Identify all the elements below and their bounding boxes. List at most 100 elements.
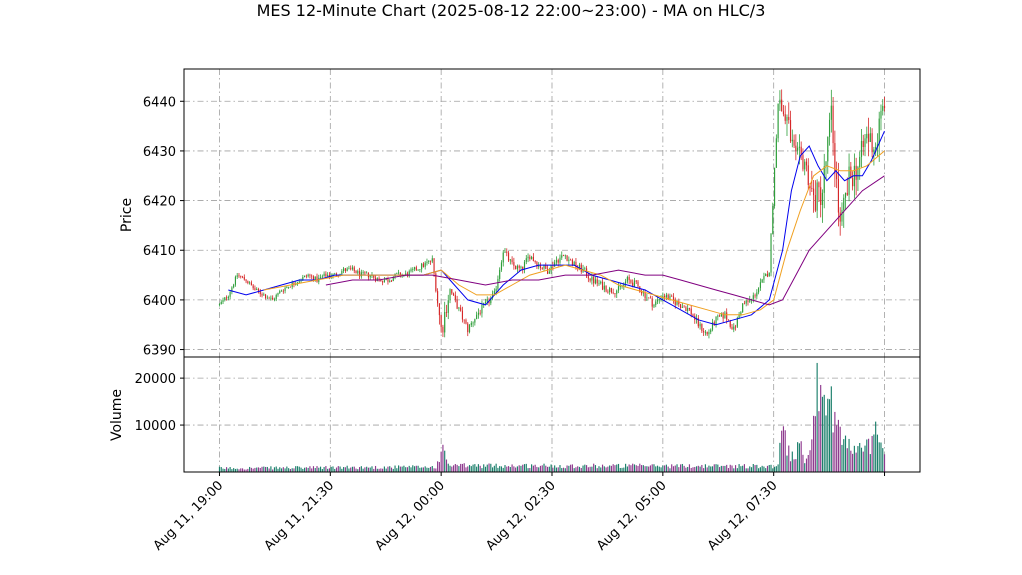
candle-body bbox=[382, 281, 384, 283]
candle-body bbox=[719, 315, 721, 317]
volume-bar bbox=[284, 468, 286, 472]
candle-body bbox=[747, 300, 749, 302]
candle-body bbox=[839, 212, 841, 222]
candle-body bbox=[516, 265, 518, 270]
candle-body bbox=[765, 273, 767, 277]
volume-bar bbox=[527, 468, 529, 472]
candle-body bbox=[609, 288, 611, 292]
volume-bar bbox=[222, 468, 224, 472]
volume-bar bbox=[685, 467, 687, 472]
candle-body bbox=[282, 290, 284, 292]
volume-bar bbox=[644, 466, 646, 472]
candle-body bbox=[873, 149, 875, 153]
candle-body bbox=[788, 116, 790, 121]
volume-bar bbox=[385, 468, 387, 472]
candle-body bbox=[580, 264, 582, 272]
volume-bar bbox=[773, 466, 776, 472]
candle-body bbox=[617, 286, 620, 291]
volume-bar bbox=[523, 464, 526, 472]
volume-bar bbox=[763, 466, 765, 472]
volume-bar bbox=[589, 466, 591, 472]
volume-bar bbox=[598, 466, 600, 472]
volume-bar bbox=[823, 394, 825, 472]
price-tick-label: 6390 bbox=[143, 344, 176, 359]
candle-body bbox=[805, 161, 808, 166]
volume-bar bbox=[662, 465, 664, 472]
candle-body bbox=[841, 210, 843, 222]
candle-body bbox=[433, 258, 435, 274]
candle-body bbox=[616, 290, 618, 294]
candle-body bbox=[316, 276, 318, 282]
volume-bar bbox=[405, 467, 407, 472]
volume-bar bbox=[754, 465, 756, 472]
candle-body bbox=[589, 278, 591, 281]
volume-bar bbox=[603, 466, 605, 472]
volume-bar bbox=[227, 468, 229, 472]
volume-bar bbox=[871, 435, 873, 472]
candle-body bbox=[454, 295, 456, 300]
candle-body bbox=[351, 267, 354, 270]
volume-bar bbox=[775, 466, 777, 472]
candle-body bbox=[499, 269, 501, 279]
volume-bar bbox=[495, 463, 497, 472]
volume-bar bbox=[731, 465, 733, 472]
candle-body bbox=[683, 306, 685, 308]
candle-body bbox=[525, 258, 527, 262]
volume-bar bbox=[348, 468, 350, 472]
candle-body bbox=[461, 310, 464, 320]
candle-body bbox=[859, 157, 861, 167]
candle-body bbox=[373, 275, 375, 278]
volume-bar bbox=[821, 396, 824, 472]
volume-bar bbox=[330, 466, 332, 472]
volume-bar bbox=[263, 466, 265, 472]
volume-bar bbox=[403, 465, 405, 472]
volume-bar bbox=[488, 463, 490, 472]
volume-bar bbox=[506, 466, 508, 472]
candle-body bbox=[531, 256, 533, 260]
candle-body bbox=[243, 277, 245, 280]
candle-body bbox=[598, 283, 600, 285]
volume-bar bbox=[832, 432, 834, 472]
volume-bar bbox=[252, 468, 254, 472]
volume-bar bbox=[518, 465, 520, 472]
candle-body bbox=[630, 280, 632, 283]
volume-bar bbox=[447, 463, 449, 472]
volume-bar bbox=[367, 467, 370, 472]
candle-body bbox=[600, 281, 602, 284]
candle-body bbox=[543, 265, 545, 269]
candle-body bbox=[288, 286, 290, 288]
candle-body bbox=[749, 299, 751, 302]
volume-bar bbox=[259, 467, 261, 472]
candle-body bbox=[472, 322, 474, 324]
candle-body bbox=[534, 260, 536, 263]
candle-body bbox=[474, 319, 476, 323]
candle-body bbox=[548, 271, 550, 274]
volume-bar bbox=[642, 465, 644, 472]
volume-bar bbox=[307, 467, 309, 472]
volume-bar bbox=[692, 467, 694, 472]
candle-body bbox=[681, 306, 683, 308]
volume-bar bbox=[305, 467, 307, 472]
candle-body bbox=[225, 297, 228, 299]
candle-body bbox=[366, 272, 368, 274]
volume-bar bbox=[445, 459, 448, 472]
candle-body bbox=[846, 192, 848, 195]
volume-bar bbox=[410, 467, 412, 472]
candle-body bbox=[658, 299, 660, 300]
volume-bar bbox=[557, 467, 559, 472]
volume-bar bbox=[734, 465, 737, 472]
candle-body bbox=[412, 269, 414, 270]
candle-body bbox=[522, 266, 524, 270]
volume-bar bbox=[802, 454, 804, 472]
volume-bar bbox=[346, 465, 348, 472]
volume-bar bbox=[479, 465, 481, 472]
volume-bar bbox=[461, 463, 464, 472]
volume-bar bbox=[837, 419, 839, 472]
price-tick-label: 6410 bbox=[143, 244, 176, 259]
candle-body bbox=[587, 276, 589, 279]
volume-bar bbox=[816, 362, 818, 472]
candle-body bbox=[218, 304, 221, 305]
candle-body bbox=[798, 146, 800, 148]
volume-bar bbox=[745, 468, 747, 472]
candle-body bbox=[458, 307, 460, 309]
